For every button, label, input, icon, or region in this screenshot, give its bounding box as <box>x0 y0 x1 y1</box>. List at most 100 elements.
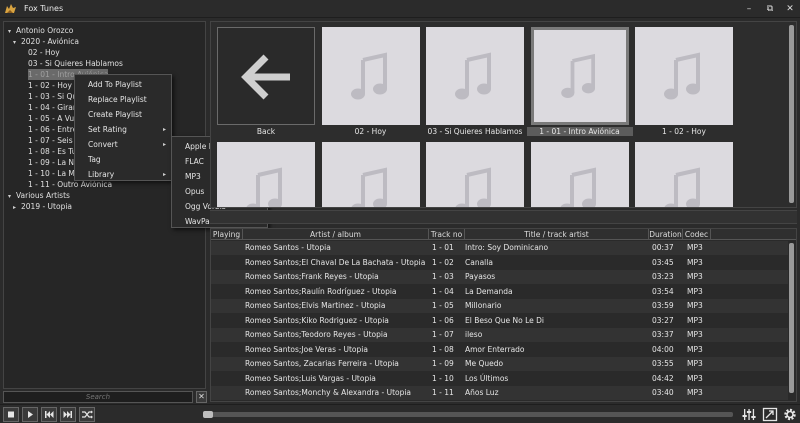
cell-duration: 03:55 <box>652 359 674 368</box>
previous-button[interactable] <box>41 407 57 422</box>
equalizer-icon[interactable] <box>741 407 757 422</box>
minimize-button[interactable]: – <box>742 2 756 16</box>
cell-title: ileso <box>465 330 483 339</box>
table-row[interactable]: Romeo Santos;Kiko Rodriguez - Utopia 1 - … <box>211 313 788 328</box>
music-note-icon <box>350 52 387 100</box>
album-art-tile[interactable] <box>635 27 733 125</box>
cell-duration: 03:37 <box>652 330 674 339</box>
back-tile[interactable] <box>217 27 315 125</box>
grid-scrollbar[interactable] <box>788 23 795 206</box>
search-clear-button[interactable]: ✕ <box>196 391 207 403</box>
next-button[interactable] <box>60 407 76 422</box>
tree-item[interactable]: ▾ Antonio Orozco <box>8 25 73 36</box>
tree-item[interactable]: 1 - 03 - Si Qu <box>28 91 77 102</box>
mini-player-icon[interactable] <box>762 407 778 422</box>
tree-item-label: 1 - 09 - La Na <box>28 158 79 167</box>
album-art-tile[interactable] <box>321 27 420 125</box>
table-row[interactable]: Romeo Santos;El Chaval De La Bachata - U… <box>211 255 788 270</box>
context-menu-item-label: Replace Playlist <box>88 95 147 104</box>
table-row[interactable]: Romeo Santos, Zacarias Ferreira - Utopia… <box>211 357 788 371</box>
tree-item[interactable]: 03 - Si Quieres Hablamos <box>28 58 123 69</box>
tree-item[interactable]: 1 - 04 - Giran <box>28 102 78 113</box>
tree-item[interactable]: ▾ Various Artists <box>8 190 70 201</box>
tree-item[interactable]: 1 - 10 - La Ma <box>28 168 80 179</box>
tree-item-label: 1 - 10 - La Ma <box>28 169 80 178</box>
table-row[interactable]: Romeo Santos;Elvis Martinez - Utopia 1 - … <box>211 299 788 313</box>
stop-icon <box>8 411 14 418</box>
cell-title: Millonario <box>465 301 502 310</box>
album-art-tile[interactable] <box>426 142 524 207</box>
album-art-tile[interactable] <box>530 27 629 125</box>
transport-bar <box>0 404 800 423</box>
close-button[interactable]: ✕ <box>783 2 797 16</box>
tree-item[interactable]: 1 - 02 - Hoy <box>28 80 72 91</box>
panel-splitter[interactable] <box>210 210 797 224</box>
tree-item-label: 1 - 03 - Si Qu <box>28 92 78 101</box>
table-row[interactable]: Romeo Santos;Teodoro Reyes - Utopia 1 - 0… <box>211 328 788 342</box>
album-art-tile[interactable] <box>321 142 420 207</box>
window-title: Fox Tunes <box>24 4 64 13</box>
album-art-tile[interactable] <box>635 142 733 207</box>
settings-gear-icon[interactable] <box>782 407 798 422</box>
cell-track: 1 - 06 <box>432 315 454 325</box>
column-header[interactable]: Track no <box>429 229 465 240</box>
context-menu-item[interactable]: Library ▸ <box>75 167 171 182</box>
play-button[interactable] <box>22 407 38 422</box>
playlist-table[interactable]: Playing Artist / album Track no Title / tra… <box>210 228 797 402</box>
cell-duration: 03:23 <box>652 272 674 281</box>
tree-item[interactable]: ▸ 2019 - Utopia <box>13 201 72 212</box>
table-row[interactable]: Romeo Santos;Frank Reyes - Utopia 1 - 03 P… <box>211 270 788 284</box>
artwork-grid[interactable]: Back 02 - Hoy 03 - Si Quieres Hablamos 1 - … <box>210 21 797 208</box>
seek-bar[interactable] <box>203 411 733 418</box>
caret-down-icon[interactable]: ▾ <box>13 37 21 48</box>
table-scrollbar-thumb[interactable] <box>789 243 794 393</box>
table-row[interactable]: Romeo Santos;Joe Veras - Utopia 1 - 08 Amo… <box>211 342 788 357</box>
cell-duration: 03:27 <box>652 315 674 325</box>
search-box[interactable] <box>3 391 193 403</box>
restore-button[interactable]: ⧉ <box>763 2 777 16</box>
column-header[interactable]: Duration <box>649 229 683 240</box>
context-menu-item[interactable]: Replace Playlist <box>75 92 171 107</box>
album-art-tile[interactable] <box>530 142 629 207</box>
tree-item[interactable]: 1 - 05 - A Vue <box>28 113 79 124</box>
context-menu-item[interactable]: Convert ▸ <box>75 137 171 152</box>
tree-item-label: 03 - Si Quieres Hablamos <box>28 59 123 68</box>
grid-scrollbar-thumb[interactable] <box>789 25 794 203</box>
stop-button[interactable] <box>3 407 19 422</box>
album-art-tile[interactable] <box>426 27 524 125</box>
tree-item[interactable]: 1 - 07 - Seis S <box>28 135 80 146</box>
column-header[interactable]: Artist / album <box>243 229 429 240</box>
shuffle-button[interactable] <box>79 407 95 422</box>
tree-item[interactable]: 1 - 08 - Es Tu <box>28 146 77 157</box>
cell-codec: MP3 <box>687 330 703 339</box>
table-row[interactable]: Romeo Santos;Raulín Rodríguez - Utopia 1 … <box>211 284 788 299</box>
tree-item-label: Antonio Orozco <box>16 26 74 35</box>
cell-codec: MP3 <box>687 344 703 354</box>
context-menu-item[interactable]: Create Playlist <box>75 107 171 122</box>
tree-item[interactable]: ▾ 2020 - Aviónica <box>13 36 79 47</box>
column-header[interactable]: Playing <box>211 229 243 240</box>
tree-item[interactable]: 1 - 06 - Entre <box>28 124 77 135</box>
seek-handle[interactable] <box>203 411 213 418</box>
column-header[interactable]: Title / track artist <box>465 229 649 240</box>
back-arrow-icon <box>241 54 290 100</box>
submenu-arrow-icon: ▸ <box>162 126 166 133</box>
table-row[interactable]: Romeo Santos - Utopia 1 - 01 Intro: Soy Do… <box>211 241 788 255</box>
column-header[interactable]: Codec <box>683 229 711 240</box>
music-note-icon <box>560 53 595 99</box>
context-menu-item[interactable]: Set Rating ▸ <box>75 122 171 137</box>
context-menu-item[interactable]: Add To Playlist <box>75 77 171 92</box>
album-art-tile[interactable] <box>217 142 315 207</box>
search-input[interactable] <box>4 392 192 402</box>
tree-item-label: 1 - 04 - Giran <box>28 103 78 112</box>
table-row[interactable]: Romeo Santos;Monchy & Alexandra - Utopia… <box>211 386 788 400</box>
tree-item[interactable]: 02 - Hoy <box>28 47 60 58</box>
tree-item[interactable]: 1 - 09 - La Na <box>28 157 79 168</box>
caret-right-icon[interactable]: ▸ <box>13 202 21 213</box>
cell-artist: Romeo Santos, Zacarias Ferreira - Utopia <box>245 359 399 368</box>
context-menu-item-label: Convert <box>88 140 118 149</box>
table-scrollbar[interactable] <box>788 241 795 401</box>
tree-item-label: Various Artists <box>16 191 70 200</box>
context-menu-item[interactable]: Tag <box>75 152 171 167</box>
table-row[interactable]: Romeo Santos;Luis Vargas - Utopia 1 - 10 L… <box>211 371 788 386</box>
